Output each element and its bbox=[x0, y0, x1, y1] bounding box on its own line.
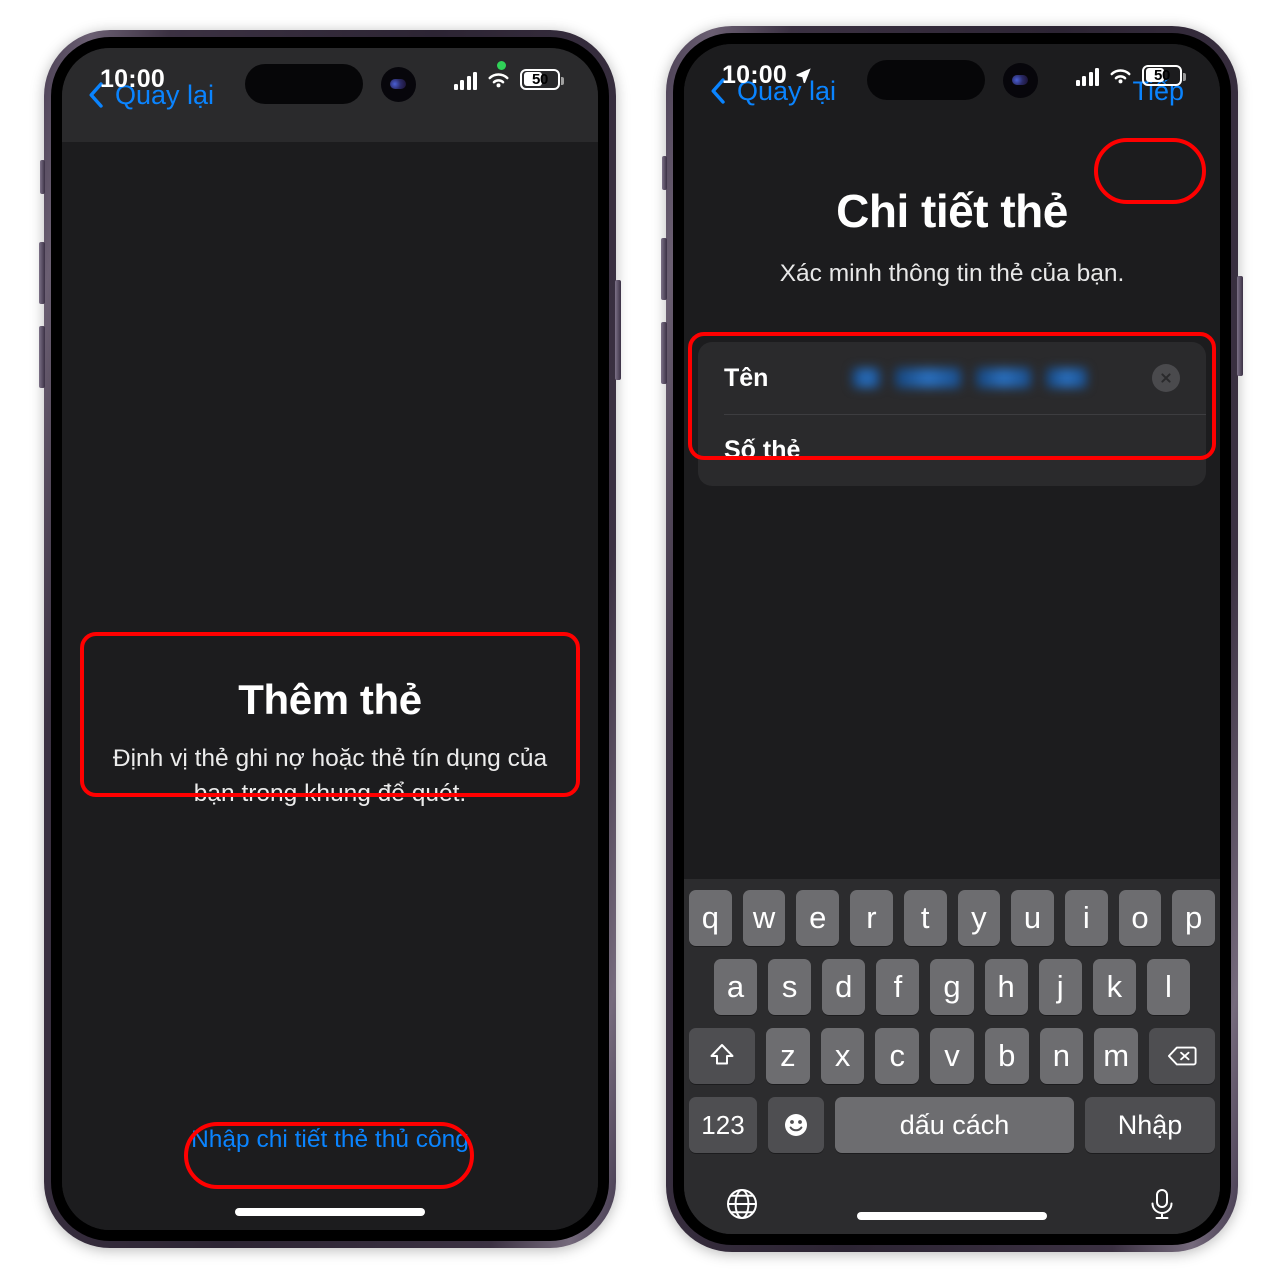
keyboard-row-4: 123 dấu cách Nhập bbox=[689, 1097, 1215, 1153]
page-subtitle: Xác minh thông tin thẻ của bạn. bbox=[779, 260, 1125, 287]
emoji-smiley-icon[interactable] bbox=[768, 1097, 824, 1153]
key-l[interactable]: l bbox=[1146, 959, 1190, 1015]
page-title: Chi tiết thẻ bbox=[836, 185, 1068, 237]
chevron-left-icon bbox=[711, 78, 725, 104]
numbers-key[interactable]: 123 bbox=[689, 1097, 757, 1153]
name-field-label: Tên bbox=[724, 363, 769, 392]
key-d[interactable]: d bbox=[822, 959, 866, 1015]
emoji-glyph bbox=[785, 1114, 807, 1136]
key-r[interactable]: r bbox=[850, 890, 893, 946]
x-glyph bbox=[1161, 373, 1171, 383]
add-card-subtitle: Định vị thẻ ghi nợ hoặc thẻ tín dụng của… bbox=[112, 745, 548, 807]
screen-right: 10:00 50 Quay lại Tiếp Chi tiết thẻ Xác … bbox=[684, 44, 1220, 1234]
card-number-field-label: Số thẻ bbox=[724, 435, 801, 464]
navbar-left: Quay lại bbox=[62, 48, 598, 142]
chevron-left-icon bbox=[89, 82, 103, 108]
key-z[interactable]: z bbox=[766, 1028, 810, 1084]
globe-language-icon[interactable] bbox=[723, 1185, 761, 1223]
next-button[interactable]: Tiếp bbox=[1122, 71, 1194, 112]
manual-entry-button[interactable]: Nhập chi tiết thẻ thủ công bbox=[165, 1113, 495, 1167]
phone-device-right: 10:00 50 Quay lại Tiếp Chi tiết thẻ Xác … bbox=[661, 26, 1243, 1252]
screen-left: 10:00 50 Quay lại Thêm thẻ Định vị thẻ g… bbox=[62, 48, 598, 1230]
key-y[interactable]: y bbox=[957, 890, 1001, 946]
phone-device-left: 10:00 50 Quay lại Thêm thẻ Định vị thẻ g… bbox=[39, 30, 621, 1248]
key-j[interactable]: j bbox=[1038, 959, 1082, 1015]
space-key[interactable]: dấu cách bbox=[835, 1097, 1074, 1153]
home-indicator-right bbox=[857, 1212, 1047, 1220]
key-g[interactable]: g bbox=[930, 959, 974, 1015]
clear-circle-x-icon[interactable] bbox=[1152, 364, 1180, 392]
keyboard-row-2: a s d f g h j k l bbox=[689, 959, 1215, 1015]
power-button[interactable] bbox=[1237, 276, 1243, 376]
key-i[interactable]: i bbox=[1064, 890, 1108, 946]
key-x[interactable]: x bbox=[820, 1028, 865, 1084]
key-a[interactable]: a bbox=[714, 959, 758, 1015]
silent-switch[interactable] bbox=[662, 156, 667, 190]
key-v[interactable]: v bbox=[930, 1028, 974, 1084]
volume-up-button[interactable] bbox=[661, 238, 667, 300]
key-q[interactable]: q bbox=[688, 890, 732, 946]
navbar-right: Quay lại Tiếp bbox=[684, 44, 1220, 138]
phone-bezel-left: 10:00 50 Quay lại Thêm thẻ Định vị thẻ g… bbox=[51, 37, 609, 1241]
phone-bezel-right: 10:00 50 Quay lại Tiếp Chi tiết thẻ Xác … bbox=[673, 33, 1231, 1245]
key-o[interactable]: o bbox=[1118, 890, 1162, 946]
key-w[interactable]: w bbox=[742, 890, 786, 946]
add-card-title: Thêm thẻ bbox=[238, 676, 422, 723]
screenshot-stage: 10:00 50 Quay lại Thêm thẻ Định vị thẻ g… bbox=[0, 0, 1280, 1280]
key-u[interactable]: u bbox=[1011, 890, 1054, 946]
keyboard-row-1: q w e r t y u i o p bbox=[688, 890, 1216, 946]
form-row-name[interactable]: Tên bbox=[698, 342, 1206, 414]
add-card-instructions: Thêm thẻ Định vị thẻ ghi nợ hoặc thẻ tín… bbox=[84, 654, 576, 838]
name-field-value-redacted bbox=[852, 365, 1087, 391]
card-details-form: Tên Số thẻ bbox=[698, 342, 1206, 486]
back-button-left[interactable]: Quay lại bbox=[88, 80, 214, 111]
silent-switch[interactable] bbox=[40, 160, 45, 194]
volume-down-button[interactable] bbox=[661, 322, 667, 384]
key-b[interactable]: b bbox=[984, 1028, 1029, 1084]
key-n[interactable]: n bbox=[1039, 1028, 1084, 1084]
keyboard-row-3: z x c v b n m bbox=[689, 1028, 1216, 1084]
volume-up-button[interactable] bbox=[39, 242, 45, 304]
back-button-right[interactable]: Quay lại bbox=[710, 76, 836, 107]
green-recording-indicator bbox=[497, 61, 506, 70]
key-f[interactable]: f bbox=[876, 959, 920, 1015]
card-details-view: Chi tiết thẻ Xác minh thông tin thẻ của … bbox=[684, 138, 1220, 1234]
onscreen-keyboard: q w e r t y u i o p a s d f g h j k l z … bbox=[684, 879, 1220, 1234]
power-button[interactable] bbox=[615, 280, 621, 380]
key-m[interactable]: m bbox=[1094, 1028, 1138, 1084]
shift-up-arrow-icon[interactable] bbox=[689, 1028, 756, 1084]
key-k[interactable]: k bbox=[1092, 959, 1136, 1015]
card-scanner-view: Thêm thẻ Định vị thẻ ghi nợ hoặc thẻ tín… bbox=[62, 142, 598, 1230]
microphone-dictation-icon[interactable] bbox=[1143, 1185, 1181, 1223]
shift-glyph bbox=[710, 1044, 734, 1065]
back-button-label: Quay lại bbox=[737, 75, 837, 106]
key-c[interactable]: c bbox=[875, 1028, 920, 1084]
home-indicator-left bbox=[235, 1208, 425, 1216]
backspace-glyph bbox=[1167, 1046, 1197, 1066]
form-row-card-number[interactable]: Số thẻ bbox=[698, 414, 1206, 486]
enter-key[interactable]: Nhập bbox=[1085, 1097, 1215, 1153]
key-s[interactable]: s bbox=[768, 959, 812, 1015]
keyboard-bottom-bar bbox=[689, 1166, 1215, 1234]
backspace-delete-icon[interactable] bbox=[1148, 1028, 1216, 1084]
back-button-label: Quay lại bbox=[115, 79, 215, 110]
key-e[interactable]: e bbox=[796, 890, 840, 946]
key-p[interactable]: p bbox=[1172, 890, 1216, 946]
key-t[interactable]: t bbox=[903, 890, 947, 946]
volume-down-button[interactable] bbox=[39, 326, 45, 388]
key-h[interactable]: h bbox=[984, 959, 1028, 1015]
